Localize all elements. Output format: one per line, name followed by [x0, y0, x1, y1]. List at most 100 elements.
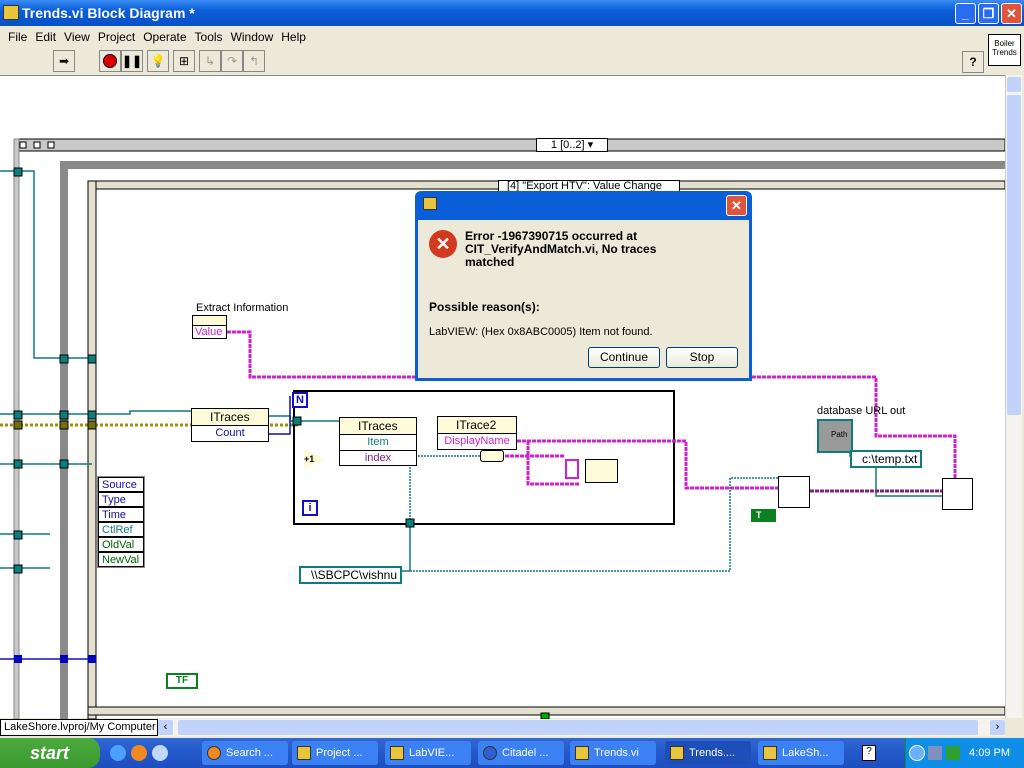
event-time: Time — [98, 507, 144, 522]
highlight-execution-icon[interactable]: 💡 — [147, 50, 169, 72]
itraces-method-title: ITraces — [340, 418, 416, 435]
tray-expand-icon[interactable] — [909, 745, 925, 761]
event-data-node: Source Type Time CtlRef OldVal NewVal — [97, 476, 145, 568]
menu-view[interactable]: View — [60, 27, 94, 47]
task-trends-diagram[interactable]: Trends.... — [665, 741, 751, 765]
task-search[interactable]: Search ... — [202, 741, 288, 765]
reason-text: LabVIEW: (Hex 0x8ABC0005) Item not found… — [429, 326, 653, 338]
path-indicator[interactable]: Path — [817, 419, 853, 453]
step-over-icon[interactable]: ↷ — [221, 50, 243, 72]
task-label: LabVIE... — [409, 747, 455, 759]
abort-icon[interactable] — [99, 50, 121, 72]
retain-wire-values-icon[interactable]: ⊞ — [173, 50, 195, 72]
menu-edit[interactable]: Edit — [31, 27, 60, 47]
title-bar: Trends.vi Block Diagram * — [0, 0, 1024, 26]
itraces-item-method-node[interactable]: ITraces Item index — [339, 417, 417, 466]
tray-app-icon[interactable] — [946, 746, 960, 760]
continue-button[interactable]: Continue — [588, 347, 660, 368]
itrace2-title: ITrace2 — [438, 417, 516, 434]
menu-help[interactable]: Help — [277, 27, 310, 47]
computer-path-constant[interactable]: \\SBCPC\vishnu — [299, 566, 403, 584]
labview-help-icon — [390, 746, 404, 760]
stop-button[interactable]: Stop — [666, 347, 738, 368]
minimize-button[interactable]: _ — [955, 3, 976, 24]
string-constant[interactable] — [565, 459, 579, 479]
menu-project[interactable]: Project — [94, 27, 139, 47]
error-dialog: ✕ ✕ Error -1967390715 occurred at CIT_Ve… — [415, 191, 752, 381]
help-icon[interactable]: ? — [862, 745, 876, 761]
network-icon[interactable] — [928, 746, 942, 760]
start-button[interactable]: start — [0, 738, 100, 768]
database-url-label: database URL out — [817, 405, 906, 417]
event-oldval: OldVal — [98, 537, 144, 552]
dialog-close-button[interactable]: ✕ — [726, 195, 747, 216]
task-label: Trends.... — [689, 747, 736, 759]
task-label: LakeSh... — [782, 747, 829, 759]
item-output: Item — [367, 436, 389, 448]
pause-icon[interactable]: ❚❚ — [121, 50, 143, 72]
menu-window[interactable]: Window — [227, 27, 278, 47]
extract-information-label: Extract Information — [196, 302, 289, 314]
step-into-icon[interactable]: ↳ — [199, 50, 221, 72]
open-database-function[interactable] — [778, 476, 810, 508]
value-property: Value — [195, 326, 223, 338]
task-citadel[interactable]: Citadel ... — [478, 741, 564, 765]
loop-count-terminal[interactable]: N — [292, 392, 308, 408]
itraces-count-node[interactable]: ITraces Count — [191, 408, 269, 442]
quicklaunch-icon[interactable] — [152, 745, 168, 761]
close-button[interactable]: ✕ — [1001, 3, 1022, 24]
menu-file[interactable]: File — [4, 27, 31, 47]
block-diagram-canvas[interactable]: 1 [0..2] ▾ [4] "Export HTV": Value Chang… — [0, 75, 1005, 719]
wires-and-structures — [0, 138, 1005, 719]
boolean-constant-tf[interactable]: TF — [166, 673, 198, 689]
citadel-icon — [483, 746, 497, 760]
labview-icon — [575, 746, 589, 760]
sequence-frame-label: 1 [0..2] — [550, 139, 585, 151]
vertical-scrollbar[interactable] — [1005, 75, 1022, 718]
labview-icon — [763, 746, 777, 760]
event-newval: NewVal — [98, 552, 144, 567]
export-data-function[interactable] — [942, 478, 973, 510]
restore-button[interactable]: ❐ — [978, 3, 999, 24]
loop-index-terminal[interactable]: i — [302, 500, 318, 516]
menu-bar: File Edit View Project Operate Tools Win… — [0, 27, 985, 47]
boolean-constant-true[interactable]: T — [751, 509, 776, 522]
window-title: Trends.vi Block Diagram * — [22, 5, 195, 21]
event-ctlref: CtlRef — [98, 522, 144, 537]
build-array-function[interactable] — [585, 459, 618, 483]
menu-operate[interactable]: Operate — [139, 27, 190, 47]
displayname-property: DisplayName — [444, 435, 510, 447]
sequence-frame-selector[interactable]: 1 [0..2] ▾ — [536, 138, 608, 152]
task-project[interactable]: Project ... — [292, 741, 378, 765]
task-lakeshore[interactable]: LakeSh... — [758, 741, 844, 765]
reason-header: Possible reason(s): — [429, 300, 540, 314]
clock: 4:09 PM — [969, 747, 1010, 759]
menu-tools[interactable]: Tools — [191, 27, 227, 47]
scroll-right-button[interactable]: › — [990, 720, 1005, 735]
task-trends-vi[interactable]: Trends.vi — [570, 741, 656, 765]
error-icon: ✕ — [429, 230, 457, 258]
to-string-function[interactable] — [480, 450, 504, 462]
task-label: Search ... — [226, 747, 274, 759]
system-tray: 4:09 PM — [905, 738, 1024, 768]
itrace2-property-node[interactable]: ITrace2 DisplayName — [437, 416, 517, 450]
horizontal-scroll-thumb[interactable] — [178, 720, 978, 735]
extract-information-property-node[interactable]: Value — [192, 315, 227, 339]
run-arrow-icon[interactable]: ➡ — [53, 50, 75, 72]
step-out-icon[interactable]: ↰ — [243, 50, 265, 72]
labview-icon — [670, 746, 684, 760]
vertical-scroll-thumb[interactable] — [1007, 95, 1021, 415]
firefox-icon[interactable] — [131, 745, 147, 761]
scroll-left-button[interactable]: ‹ — [158, 720, 173, 735]
temp-path-constant[interactable]: c:\temp.txt — [850, 450, 923, 468]
context-help-button[interactable]: ? — [962, 51, 984, 73]
task-labview[interactable]: LabVIE... — [385, 741, 471, 765]
scroll-up-button[interactable] — [1007, 77, 1021, 92]
toolbar: ➡ ❚❚ 💡 ⊞ ↳ ↷ ↰ ? — [0, 48, 985, 75]
labview-icon — [297, 746, 311, 760]
horizontal-scrollbar[interactable]: ‹ › — [158, 719, 1005, 736]
error-message: Error -1967390715 occurred at CIT_Verify… — [465, 229, 657, 269]
project-context-label: LakeShore.lvproj/My Computer — [0, 719, 158, 736]
labview-icon — [423, 197, 437, 210]
ie-icon[interactable] — [110, 745, 126, 761]
